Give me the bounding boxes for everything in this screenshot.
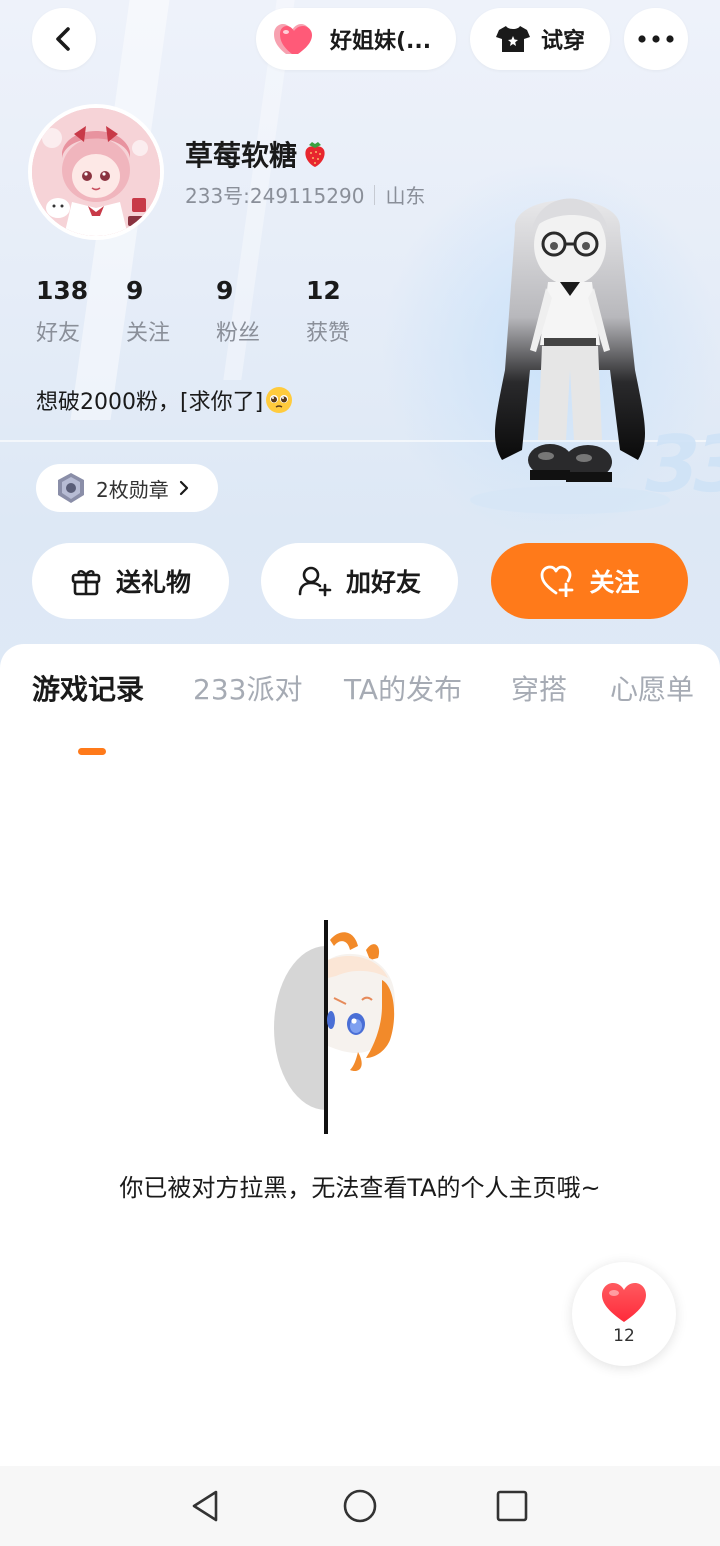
- stat-likes[interactable]: 12 获赞: [306, 276, 396, 347]
- nav-recents-icon[interactable]: [492, 1486, 532, 1526]
- nickname-text: 草莓软糖: [185, 139, 298, 172]
- user-avatar[interactable]: [28, 104, 164, 240]
- strawberry-emoji-icon: [305, 142, 325, 167]
- chevron-right-icon: [179, 480, 188, 496]
- more-dots-icon: [638, 35, 674, 43]
- send-gift-label: 送礼物: [115, 568, 191, 597]
- tab-wishlist[interactable]: 心愿单: [610, 668, 694, 708]
- pleading-face-emoji-icon: [266, 387, 293, 413]
- stat-label: 好友: [36, 321, 81, 346]
- heart-plus-icon: [541, 565, 574, 597]
- tshirt-icon: [495, 26, 530, 52]
- medals-button[interactable]: 2枚勋章: [36, 464, 218, 512]
- nav-home-icon[interactable]: [340, 1486, 380, 1526]
- nav-back-icon[interactable]: [186, 1486, 226, 1526]
- stat-value: 138: [36, 276, 89, 305]
- try-on-button[interactable]: 试穿: [470, 8, 610, 70]
- bio-text: 想破2000粉，[求你了]: [36, 390, 264, 415]
- pink-heart-icon: [274, 24, 312, 54]
- stat-fans[interactable]: 9 粉丝: [216, 276, 306, 347]
- profile-tabs: 游戏记录 233派对 TA的发布 穿搭 心愿单: [0, 668, 720, 755]
- chevron-left-icon: [56, 27, 70, 51]
- tab-outfits[interactable]: 穿搭: [511, 668, 567, 708]
- more-options-button[interactable]: [624, 8, 688, 70]
- stats-row: 138 好友 9 关注 9 粉丝 12 获赞: [36, 276, 396, 347]
- send-gift-button[interactable]: 送礼物: [32, 543, 229, 619]
- back-button[interactable]: [32, 8, 96, 70]
- blocked-message: 你已被对方拉黑，无法查看TA的个人主页哦~: [119, 1174, 601, 1202]
- user-nickname: 草莓软糖: [185, 134, 329, 174]
- follow-button[interactable]: 关注: [491, 543, 688, 619]
- tab-game-records[interactable]: 游戏记录: [32, 668, 144, 708]
- like-floating-button[interactable]: 12: [572, 1262, 676, 1366]
- blocked-peek-illustration: [274, 920, 395, 1134]
- system-navigation-bar: [0, 1466, 720, 1546]
- active-tab-indicator: [78, 748, 106, 755]
- add-friend-button[interactable]: 加好友: [261, 543, 458, 619]
- red-heart-icon: [602, 1283, 646, 1322]
- stat-label: 粉丝: [216, 321, 261, 346]
- like-count: 12: [613, 1326, 635, 1346]
- avatar-character-3d[interactable]: [460, 170, 680, 520]
- medals-label: 2枚勋章: [96, 477, 169, 502]
- stat-label: 关注: [126, 321, 171, 346]
- divider: [374, 184, 376, 205]
- uid-region-line: 233号:249115290 山东: [185, 180, 425, 209]
- tab-ta-posts[interactable]: TA的发布: [344, 668, 462, 708]
- add-friend-label: 加好友: [345, 568, 421, 597]
- stat-label: 获赞: [306, 321, 351, 346]
- user-bio: 想破2000粉，[求你了]: [36, 384, 293, 416]
- stat-friends[interactable]: 138 好友: [36, 276, 126, 347]
- relation-label: 好姐妹(...: [330, 29, 432, 54]
- relation-badge-button[interactable]: 好姐妹(...: [256, 8, 456, 70]
- stat-value: 9: [126, 276, 144, 305]
- medal-icon: [58, 473, 84, 503]
- follow-label: 关注: [589, 568, 640, 597]
- region-text: 山东: [385, 184, 426, 208]
- gift-icon: [71, 570, 101, 596]
- stat-value: 12: [306, 276, 341, 305]
- stat-value: 9: [216, 276, 234, 305]
- uid-text: 233号:249115290: [185, 184, 365, 208]
- try-on-label: 试穿: [540, 29, 585, 54]
- avatar-illustration: [32, 108, 160, 236]
- tab-233-party[interactable]: 233派对: [193, 668, 302, 708]
- add-user-icon: [298, 566, 332, 597]
- stat-following[interactable]: 9 关注: [126, 276, 216, 347]
